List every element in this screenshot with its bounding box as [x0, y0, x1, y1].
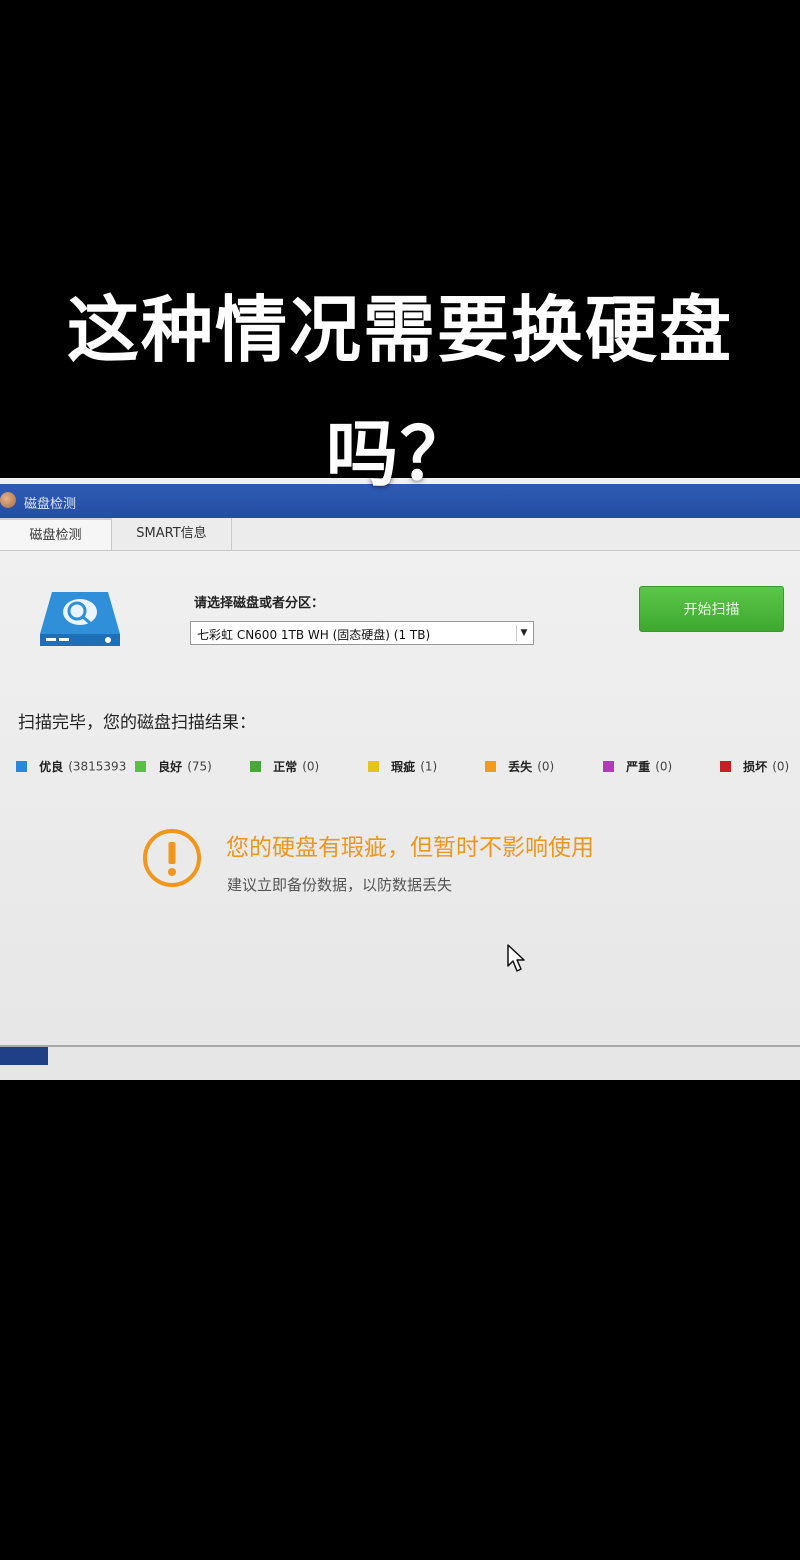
legend-swatch — [16, 761, 27, 772]
legend-name: 瑕疵 — [391, 760, 416, 774]
page: 磁盘检测 磁盘检测 SMART信息 请选择磁盘或者分区： 七彩虹 CN600 1… — [0, 0, 800, 1560]
legend-count: (0) — [772, 759, 790, 774]
legend-name: 丢失 — [508, 760, 533, 774]
window-bottom-edge — [0, 1045, 800, 1047]
warning-icon — [143, 829, 201, 887]
legend-count: (3815393 — [68, 759, 127, 774]
legend-swatch — [250, 761, 261, 772]
caption-line-1: 这种情况需要换硬盘 — [66, 288, 733, 372]
legend-count: (1) — [420, 759, 438, 774]
tab-bar: 磁盘检测 SMART信息 — [0, 518, 800, 551]
legend-item-lost: 丢失 (0) — [485, 756, 555, 774]
caption-line-2: 吗？ — [325, 412, 474, 496]
hard-disk-icon — [40, 592, 120, 646]
app-icon — [0, 492, 16, 508]
legend-item-severe: 严重 (0) — [603, 756, 673, 774]
chevron-down-icon[interactable]: ▼ — [516, 625, 531, 641]
result-heading: 扫描完毕，您的磁盘扫描结果： — [18, 713, 256, 733]
tab-smart-info[interactable]: SMART信息 — [112, 518, 232, 550]
legend-item-flaw: 瑕疵 (1) — [368, 756, 438, 774]
mouse-cursor-icon — [507, 944, 525, 972]
tab-disk-check[interactable]: 磁盘检测 — [0, 518, 112, 550]
legend-count: (0) — [537, 759, 555, 774]
legend-count: (75) — [187, 759, 212, 774]
legend-name: 优良 — [39, 760, 64, 774]
legend-item-damaged: 损坏 (0) — [720, 756, 790, 774]
legend-swatch — [720, 761, 731, 772]
legend-item-excellent: 优良 (3815393 — [16, 756, 127, 774]
disk-select-value: 七彩虹 CN600 1TB WH (固态硬盘) (1 TB) — [197, 628, 431, 642]
legend-name: 正常 — [273, 760, 298, 774]
start-scan-button[interactable]: 开始扫描 — [639, 586, 784, 632]
taskbar-fragment — [0, 1047, 48, 1065]
legend-swatch — [368, 761, 379, 772]
disk-select[interactable]: 七彩虹 CN600 1TB WH (固态硬盘) (1 TB) ▼ — [190, 621, 534, 645]
legend-count: (0) — [655, 759, 673, 774]
legend-count: (0) — [302, 759, 320, 774]
warning-subtitle: 建议立即备份数据，以防数据丢失 — [227, 876, 453, 894]
legend-name: 损坏 — [743, 760, 768, 774]
legend-item-good: 良好 (75) — [135, 756, 212, 774]
legend-swatch — [135, 761, 146, 772]
window-title: 磁盘检测 — [24, 497, 77, 512]
legend-name: 严重 — [626, 760, 651, 774]
legend-swatch — [603, 761, 614, 772]
app-screen: 磁盘检测 磁盘检测 SMART信息 请选择磁盘或者分区： 七彩虹 CN600 1… — [0, 478, 800, 1080]
warning-title: 您的硬盘有瑕疵，但暂时不影响使用 — [226, 835, 594, 861]
legend-swatch — [485, 761, 496, 772]
legend-item-normal: 正常 (0) — [250, 756, 320, 774]
disk-select-label: 请选择磁盘或者分区： — [194, 596, 325, 611]
legend-name: 良好 — [158, 760, 183, 774]
